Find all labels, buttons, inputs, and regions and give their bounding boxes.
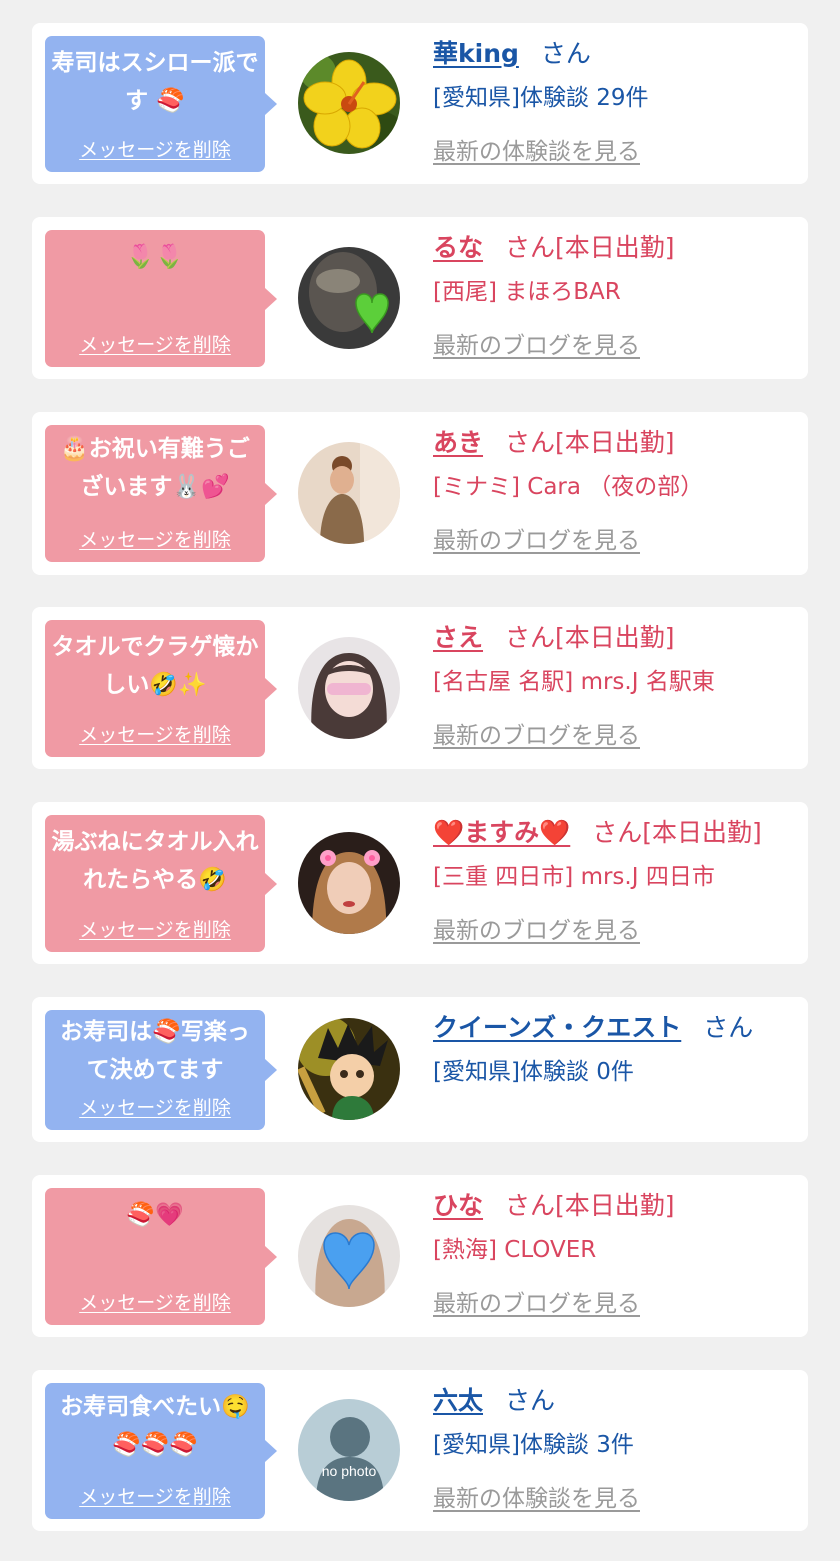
- profile-subtitle: [名古屋 名駅] mrs.J 名駅東: [433, 669, 715, 695]
- name-row: さえ さん[本日出勤]: [433, 621, 675, 655]
- list-item: 湯ぶねにタオル入れれたらやる🤣 メッセージを削除 ❤️ますみ❤️ さん[本日出勤]…: [32, 802, 808, 964]
- name-row: 六太 さん: [433, 1384, 555, 1418]
- profile-subtitle: [愛知県]体験談 0件: [433, 1059, 634, 1085]
- latest-posts-link[interactable]: 最新のブログを見る: [433, 719, 640, 753]
- avatar[interactable]: [298, 1018, 400, 1120]
- avatar-caption: no photo: [321, 1463, 377, 1479]
- avatar[interactable]: [298, 1205, 400, 1307]
- name-suffix: さん: [505, 1386, 556, 1415]
- avatar[interactable]: [298, 637, 400, 739]
- delete-message-link[interactable]: メッセージを削除: [45, 1288, 265, 1315]
- message-text: お寿司食べたい🤤🍣🍣🍣: [60, 1394, 250, 1458]
- avatar[interactable]: [298, 832, 400, 934]
- delete-message-link[interactable]: メッセージを削除: [45, 330, 265, 357]
- avatar[interactable]: [298, 52, 400, 154]
- latest-posts-link[interactable]: 最新のブログを見る: [433, 1287, 640, 1321]
- name-suffix: さん[本日出勤]: [505, 623, 675, 652]
- name-row: クイーンズ・クエスト さん: [433, 1011, 753, 1045]
- list-item: 🎂お祝い有難うございます🐰💕 メッセージを削除 あき さん[本日出勤] [ミナミ]…: [32, 412, 808, 575]
- profile-name-link[interactable]: クイーンズ・クエスト: [433, 1013, 681, 1042]
- name-row: ひな さん[本日出勤]: [433, 1189, 675, 1223]
- list-item: お寿司食べたい🤤🍣🍣🍣 メッセージを削除 no photo 六太 さん [愛知県]…: [32, 1370, 808, 1531]
- list-item: タオルでクラゲ懐かしい🤣✨ メッセージを削除 さえ さん[本日出勤] [名古屋 名…: [32, 607, 808, 769]
- woman-selfie-photo-icon: [298, 832, 400, 934]
- message-bubble: タオルでクラゲ懐かしい🤣✨ メッセージを削除: [45, 620, 277, 757]
- profile-subtitle: [三重 四日市] mrs.J 四日市: [433, 864, 715, 890]
- profile-name-link[interactable]: 華king: [433, 39, 519, 68]
- profile-name-link[interactable]: 六太: [433, 1386, 483, 1415]
- profile-name-link[interactable]: るな: [433, 233, 483, 262]
- name-suffix: さん[本日出勤]: [505, 1191, 675, 1220]
- profile-subtitle: [愛知県]体験談 3件: [433, 1432, 634, 1458]
- anime-boy-illustration-icon: [298, 1018, 400, 1120]
- delete-message-link[interactable]: メッセージを削除: [45, 1093, 265, 1120]
- avatar[interactable]: [298, 442, 400, 544]
- profile-subtitle: [西尾] まほろBAR: [433, 279, 621, 305]
- delete-message-link[interactable]: メッセージを削除: [45, 720, 265, 747]
- name-row: 華king さん: [433, 37, 591, 71]
- list-item: お寿司は🍣写楽って決めてます メッセージを削除 クイーンズ・クエスト さん [愛知…: [32, 997, 808, 1142]
- message-bubble: 🎂お祝い有難うございます🐰💕 メッセージを削除: [45, 425, 277, 562]
- favorites-list: 寿司はスシロー派です 🍣 メッセージを削除 華king さん [愛知県]体験談 …: [0, 0, 840, 1561]
- message-text: 🎂お祝い有難うございます🐰💕: [60, 436, 250, 500]
- list-item: 寿司はスシロー派です 🍣 メッセージを削除 華king さん [愛知県]体験談 …: [32, 23, 808, 184]
- name-suffix: さん[本日出勤]: [592, 818, 762, 847]
- woman-portrait-photo-icon: [298, 637, 400, 739]
- profile-subtitle: [熱海] CLOVER: [433, 1237, 597, 1263]
- woman-back-photo-icon: [298, 442, 400, 544]
- message-text: 🌷🌷: [126, 244, 184, 270]
- green-heart-photo-icon: [298, 247, 400, 349]
- avatar[interactable]: [298, 247, 400, 349]
- message-bubble: お寿司は🍣写楽って決めてます メッセージを削除: [45, 1010, 277, 1130]
- latest-posts-link[interactable]: 最新の体験談を見る: [433, 1482, 640, 1516]
- name-suffix: さん[本日出勤]: [505, 428, 675, 457]
- blue-heart-photo-icon: [298, 1205, 400, 1307]
- profile-name-link[interactable]: さえ: [433, 623, 483, 652]
- message-bubble: 🌷🌷 メッセージを削除: [45, 230, 277, 367]
- message-bubble: お寿司食べたい🤤🍣🍣🍣 メッセージを削除: [45, 1383, 277, 1519]
- latest-posts-link[interactable]: 最新のブログを見る: [433, 524, 640, 558]
- message-bubble: 寿司はスシロー派です 🍣 メッセージを削除: [45, 36, 277, 172]
- avatar[interactable]: no photo: [298, 1399, 400, 1501]
- name-row: あき さん[本日出勤]: [433, 426, 675, 460]
- message-text: 寿司はスシロー派です 🍣: [51, 50, 259, 114]
- profile-subtitle: [ミナミ] Cara （夜の部）: [433, 474, 704, 500]
- profile-subtitle: [愛知県]体験談 29件: [433, 85, 649, 111]
- profile-name-link[interactable]: ひな: [433, 1191, 483, 1220]
- delete-message-link[interactable]: メッセージを削除: [45, 525, 265, 552]
- profile-name-link[interactable]: あき: [433, 428, 483, 457]
- name-suffix: さん: [540, 39, 591, 68]
- no-photo-placeholder-icon: [298, 1399, 400, 1501]
- delete-message-link[interactable]: メッセージを削除: [45, 1482, 265, 1509]
- message-bubble: 湯ぶねにタオル入れれたらやる🤣 メッセージを削除: [45, 815, 277, 952]
- name-row: ❤️ますみ❤️ さん[本日出勤]: [433, 816, 762, 850]
- list-item: 🌷🌷 メッセージを削除 るな さん[本日出勤] [西尾] まほろBAR 最新のブログ…: [32, 217, 808, 379]
- delete-message-link[interactable]: メッセージを削除: [45, 915, 265, 942]
- list-item: 🍣💗 メッセージを削除 ひな さん[本日出勤] [熱海] CLOVER 最新のブログ…: [32, 1175, 808, 1337]
- delete-message-link[interactable]: メッセージを削除: [45, 135, 265, 162]
- latest-posts-link[interactable]: 最新のブログを見る: [433, 914, 640, 948]
- message-text: 湯ぶねにタオル入れれたらやる🤣: [51, 829, 259, 893]
- yellow-hibiscus-photo-icon: [298, 52, 400, 154]
- name-suffix: さん: [703, 1013, 754, 1042]
- profile-name-link[interactable]: ❤️ますみ❤️: [433, 818, 570, 847]
- name-row: るな さん[本日出勤]: [433, 231, 675, 265]
- name-suffix: さん[本日出勤]: [505, 233, 675, 262]
- message-text: 🍣💗: [126, 1202, 184, 1228]
- latest-posts-link[interactable]: 最新のブログを見る: [433, 329, 640, 363]
- message-bubble: 🍣💗 メッセージを削除: [45, 1188, 277, 1325]
- message-text: タオルでクラゲ懐かしい🤣✨: [51, 634, 259, 698]
- latest-posts-link[interactable]: 最新の体験談を見る: [433, 135, 640, 169]
- message-text: お寿司は🍣写楽って決めてます: [60, 1019, 250, 1083]
